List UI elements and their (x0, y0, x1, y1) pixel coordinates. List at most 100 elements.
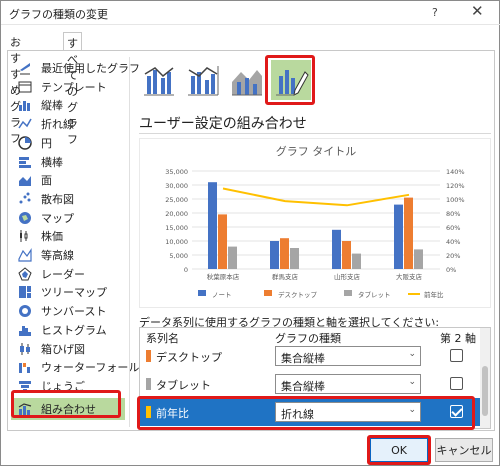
sidebar-item-label: 縦棒 (41, 99, 63, 113)
legend-label: 前年比 (424, 290, 444, 299)
y-tick-label: 10,000 (165, 238, 188, 246)
series-row[interactable]: タブレット 集合縦棒 ⌄ (140, 370, 480, 398)
dialog-title: グラフの種類の変更 (9, 8, 108, 21)
x-tick-label: 群馬支店 (272, 272, 299, 281)
custom-combination-icon[interactable] (271, 60, 311, 100)
legend-swatch (198, 290, 206, 296)
series-name: 前年比 (156, 407, 189, 420)
legend-label: タブレット (358, 290, 391, 299)
sidebar-item-label: 組み合わせ (41, 402, 96, 416)
y2-tick-label: 0% (446, 266, 456, 274)
series-row[interactable]: デスクトップ 集合縦棒 ⌄ (140, 342, 480, 370)
y-tick-label: 15,000 (165, 224, 188, 232)
sidebar-item-label: レーダー (41, 267, 85, 281)
column-chart-icon (17, 97, 33, 113)
sidebar-item-label: 面 (41, 174, 52, 188)
sidebar-item-label: ウォーターフォール (41, 361, 140, 375)
sidebar-item-label: 等高線 (41, 249, 74, 262)
legend-swatch (264, 290, 272, 296)
y2-tick-label: 120% (446, 182, 465, 190)
radar-chart-icon (17, 266, 33, 282)
ok-button[interactable]: OK (370, 438, 428, 462)
stacked-area-column-icon[interactable] (227, 60, 267, 100)
bar-タブレット (414, 249, 423, 269)
series-name: デスクトップ (156, 351, 222, 364)
sidebar-item-label: 株価 (41, 230, 63, 244)
chart-type-value: 集合縦棒 (281, 380, 325, 393)
sunburst-icon (17, 303, 33, 319)
help-button[interactable]: ? (432, 6, 438, 19)
chart-type-dropdown[interactable]: 折れ線 ⌄ (275, 402, 421, 422)
chart-title: グラフ タイトル (276, 144, 357, 158)
sidebar-item-label: テンプレート (41, 80, 107, 94)
chart-type-dropdown[interactable]: 集合縦棒 ⌄ (275, 374, 421, 394)
clustered-column-line-secondary-icon[interactable] (183, 60, 223, 100)
bar-デスクトップ (280, 238, 289, 269)
y2-tick-label: 80% (446, 210, 460, 218)
series-row[interactable]: 前年比 折れ線 ⌄ (140, 398, 480, 426)
close-button[interactable]: ✕ (471, 3, 484, 19)
cancel-button[interactable]: キャンセル (435, 438, 493, 462)
secondary-axis-checkbox[interactable] (450, 349, 463, 362)
sidebar-item-combo-chart[interactable]: 組み合わせ (11, 397, 125, 420)
surface-chart-icon (17, 247, 33, 263)
y-tick-label: 20,000 (165, 210, 188, 218)
template-icon (17, 79, 33, 95)
bar-chart-icon (17, 154, 33, 170)
sidebar-item-label: 円 (41, 136, 52, 150)
sidebar-item-label: 散布図 (41, 192, 74, 206)
change-chart-type-dialog: グラフの種類の変更 ? ✕ おすすめグラフ すべてのグラフ 最近使用したグラフテ… (0, 0, 500, 466)
bar-デスクトップ (404, 197, 413, 269)
map-chart-icon (17, 210, 33, 226)
line-chart-icon (17, 116, 33, 132)
bar-タブレット (290, 248, 299, 269)
sidebar-item-funnel[interactable]: じょうご (11, 375, 125, 397)
y2-tick-label: 40% (446, 238, 460, 246)
combo-heading: ユーザー設定の組み合わせ (139, 116, 307, 132)
bar-ノート (394, 204, 403, 269)
chart-type-dropdown[interactable]: 集合縦棒 ⌄ (275, 346, 421, 366)
tab-all-charts[interactable]: すべてのグラフ (63, 32, 82, 146)
line-series-前年比 (222, 187, 410, 207)
stock-chart-icon (17, 228, 33, 244)
sidebar-item-label: ツリーマップ (41, 286, 107, 300)
series-table: 系列名 グラフの種類 第 2 軸 デスクトップ 集合縦棒 ⌄ タブレット 集合縦棒 ⌄ 前年… (139, 327, 491, 429)
combo-chart-icon (17, 401, 33, 417)
funnel-icon (17, 378, 33, 394)
box-whisker-icon (17, 341, 33, 357)
y2-tick-label: 20% (446, 252, 460, 260)
series-color-swatch (146, 350, 151, 362)
bar-タブレット (352, 253, 361, 269)
scatter-chart-icon (17, 191, 33, 207)
y-tick-label: 35,000 (165, 168, 188, 176)
series-color-swatch (146, 378, 151, 390)
bar-ノート (270, 241, 279, 269)
bar-デスクトップ (218, 214, 227, 269)
legend-label: ノート (212, 291, 232, 299)
legend-label: デスクトップ (278, 290, 318, 299)
chart-type-value: 集合縦棒 (281, 352, 325, 365)
secondary-axis-checkbox[interactable] (450, 405, 463, 418)
series-scrollbar[interactable] (480, 328, 490, 428)
treemap-icon (17, 284, 33, 300)
tab-recommended[interactable]: おすすめグラフ (7, 32, 24, 145)
y-tick-label: 5,000 (169, 252, 188, 260)
secondary-axis-checkbox[interactable] (450, 377, 463, 390)
clustered-column-line-icon[interactable] (139, 60, 179, 100)
legend-swatch (344, 290, 352, 296)
area-chart-icon (17, 172, 33, 188)
sidebar-item-label: ヒストグラム (41, 323, 107, 337)
sidebar-item-label: 横棒 (41, 155, 63, 169)
histogram-icon (17, 322, 33, 338)
series-scroll-thumb[interactable] (482, 366, 488, 416)
bar-ノート (332, 229, 341, 269)
y2-tick-label: 60% (446, 224, 460, 232)
sidebar-item-label: 最近使用したグラフ (41, 62, 140, 75)
y-tick-label: 25,000 (165, 196, 188, 204)
y-tick-label: 0 (184, 266, 188, 274)
pie-chart-icon (17, 135, 33, 151)
sidebar-item-label: じょうご (41, 379, 85, 393)
sidebar-divider (129, 57, 130, 427)
bar-タブレット (228, 246, 237, 269)
sidebar-item-label: 箱ひげ図 (41, 342, 85, 356)
